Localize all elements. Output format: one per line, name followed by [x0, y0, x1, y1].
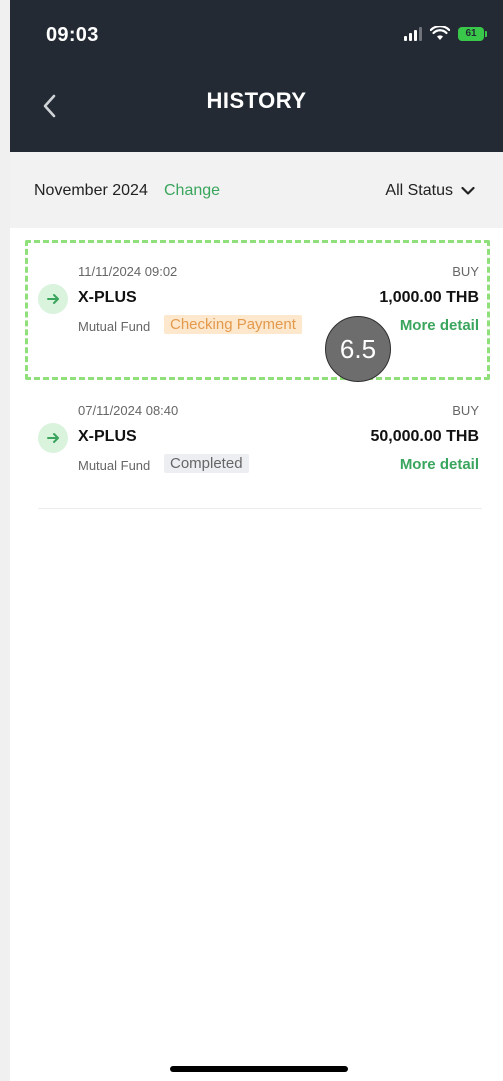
fund-name: X-PLUS: [78, 428, 137, 445]
battery-icon: 61: [458, 26, 487, 41]
chevron-down-icon: [461, 186, 475, 195]
filter-bar: November 2024 Change All Status: [10, 152, 503, 228]
change-month-button[interactable]: Change: [164, 182, 220, 200]
status-filter-dropdown[interactable]: All Status: [385, 182, 475, 200]
transaction-datetime: 11/11/2024 09:02: [78, 264, 178, 279]
more-detail-link[interactable]: More detail: [400, 456, 479, 473]
transaction-type: BUY: [452, 264, 479, 279]
arrow-right-icon: [38, 423, 68, 453]
wifi-icon: [430, 26, 450, 40]
fund-category: Mutual Fund: [78, 458, 151, 473]
transaction-row[interactable]: 11/11/2024 09:02 BUY X-PLUS 1,000.00 THB…: [10, 232, 503, 352]
status-badge: Completed: [164, 454, 249, 473]
status-badge: Checking Payment: [164, 315, 302, 334]
transaction-datetime: 07/11/2024 08:40: [78, 403, 179, 418]
transaction-row[interactable]: 07/11/2024 08:40 BUY X-PLUS 50,000.00 TH…: [10, 371, 503, 491]
status-time: 09:03: [46, 24, 99, 46]
status-icons: 61: [404, 26, 487, 41]
home-indicator: [170, 1066, 348, 1072]
step-callout: 6.5: [325, 316, 391, 382]
arrow-right-icon: [38, 284, 68, 314]
fund-category: Mutual Fund: [78, 319, 151, 334]
transaction-amount: 50,000.00 THB: [370, 428, 479, 445]
screen: 09:03 61 HISTORY November 2024 Change Al…: [0, 0, 503, 1081]
signal-icon: [404, 26, 422, 41]
transaction-type: BUY: [452, 403, 479, 418]
app-header: 09:03 61 HISTORY: [10, 0, 503, 152]
month-label: November 2024: [34, 182, 148, 199]
transaction-amount: 1,000.00 THB: [379, 289, 479, 306]
more-detail-link[interactable]: More detail: [400, 317, 479, 334]
status-filter-label: All Status: [385, 182, 453, 199]
page-title: HISTORY: [206, 88, 307, 113]
fund-name: X-PLUS: [78, 289, 137, 306]
battery-level: 61: [458, 26, 484, 41]
list-divider: [38, 508, 482, 509]
